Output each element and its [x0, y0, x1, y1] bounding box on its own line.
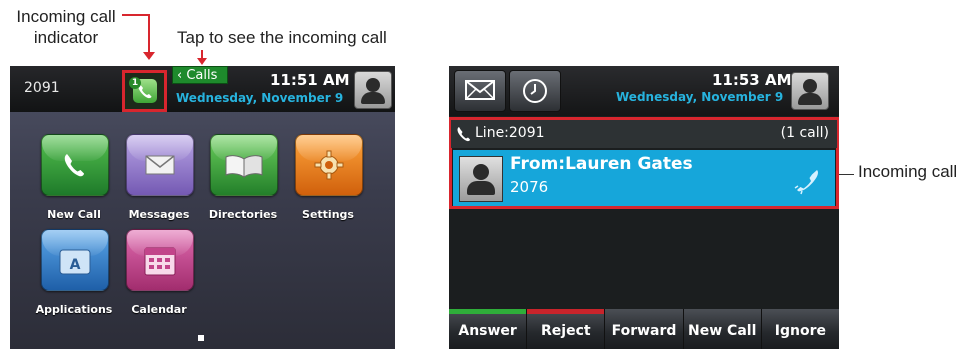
- applications-icon: A: [59, 249, 91, 275]
- user-icon-body: [798, 93, 822, 105]
- answer-softkey[interactable]: Answer: [449, 309, 528, 349]
- soft-key-bar: Answer Reject Forward New Call Ignore: [449, 309, 839, 349]
- recent-calls-button[interactable]: [509, 70, 561, 112]
- user-icon: [366, 78, 380, 92]
- book-icon: [225, 155, 263, 178]
- answer-indicator: [449, 309, 527, 314]
- incoming-call-screen: 11:53 AM Wednesday, November 9 Line:2091…: [449, 66, 839, 349]
- handset-icon: [457, 127, 470, 142]
- gear-icon: [314, 150, 344, 180]
- call-count-badge: 1: [129, 77, 141, 89]
- calls-tab[interactable]: ‹ Calls: [172, 66, 228, 84]
- incoming-call-callout: Incoming call: [858, 162, 958, 181]
- user-profile-button[interactable]: [354, 71, 392, 109]
- user-profile-button[interactable]: [791, 72, 829, 110]
- envelope-icon: [145, 155, 175, 175]
- user-icon-body: [467, 181, 495, 195]
- user-icon: [803, 79, 817, 93]
- envelope-icon: [465, 80, 495, 100]
- forward-softkey[interactable]: Forward: [605, 309, 684, 349]
- clock-time: 11:51 AM: [270, 71, 350, 89]
- incoming-call-indicator[interactable]: 1: [122, 70, 167, 112]
- calendar-icon: [144, 247, 176, 276]
- caller-number: 2076: [510, 178, 549, 196]
- ringing-handset-icon: [794, 170, 818, 195]
- applications-app[interactable]: A: [41, 229, 109, 291]
- directories-label: Directories: [208, 208, 278, 221]
- clock-date: Wednesday, November 9: [176, 91, 344, 105]
- forward-label: Forward: [611, 323, 677, 339]
- phone-icon: [64, 154, 84, 177]
- new-call-softkey[interactable]: New Call: [684, 309, 762, 349]
- ignore-softkey[interactable]: Ignore: [762, 309, 839, 349]
- clock-time: 11:53 AM: [712, 71, 792, 89]
- line-header[interactable]: Line:2091 (1 call): [451, 120, 837, 148]
- tap-hint-callout: Tap to see the incoming call: [177, 28, 387, 47]
- incoming-indicator-callout: Incoming call indicator: [16, 7, 116, 47]
- calendar-label: Calendar: [131, 303, 187, 316]
- reject-indicator: [527, 309, 605, 314]
- new-call-label: New Call: [47, 208, 101, 221]
- call-count: (1 call): [780, 125, 829, 141]
- ignore-label: Ignore: [774, 323, 827, 339]
- arrow-down-icon: [197, 58, 207, 65]
- clock-icon: [523, 79, 547, 103]
- reject-softkey[interactable]: Reject: [527, 309, 606, 349]
- settings-label: Settings: [302, 208, 354, 221]
- new-call-label: New Call: [688, 323, 757, 339]
- caller-name: From:Lauren Gates: [510, 154, 693, 174]
- clock-date: Wednesday, November 9: [616, 90, 784, 104]
- calendar-app[interactable]: [126, 229, 194, 291]
- messages-button[interactable]: [454, 70, 506, 112]
- new-call-app[interactable]: [41, 134, 109, 196]
- line-label: Line:2091: [475, 125, 545, 141]
- applications-label: Applications: [35, 303, 113, 316]
- incoming-call-row[interactable]: From:Lauren Gates 2076: [453, 150, 835, 206]
- line-extension: 2091: [24, 80, 60, 96]
- user-icon: [473, 164, 489, 180]
- messages-label: Messages: [128, 208, 190, 221]
- arrow-down-icon: [143, 52, 155, 60]
- answer-label: Answer: [458, 323, 517, 339]
- reject-label: Reject: [541, 323, 591, 339]
- settings-app[interactable]: [295, 134, 363, 196]
- user-icon-body: [361, 92, 385, 104]
- home-screen: 2091 1 ‹ Calls 11:51 AM Wednesday, Novem…: [10, 66, 395, 349]
- callout-leader-v: [148, 14, 150, 56]
- svg-text:A: A: [70, 257, 81, 273]
- caller-avatar: [459, 156, 503, 202]
- page-indicator-dot[interactable]: [198, 335, 204, 341]
- callout-leader-h: [122, 14, 150, 16]
- directories-app[interactable]: [210, 134, 278, 196]
- messages-app[interactable]: [126, 134, 194, 196]
